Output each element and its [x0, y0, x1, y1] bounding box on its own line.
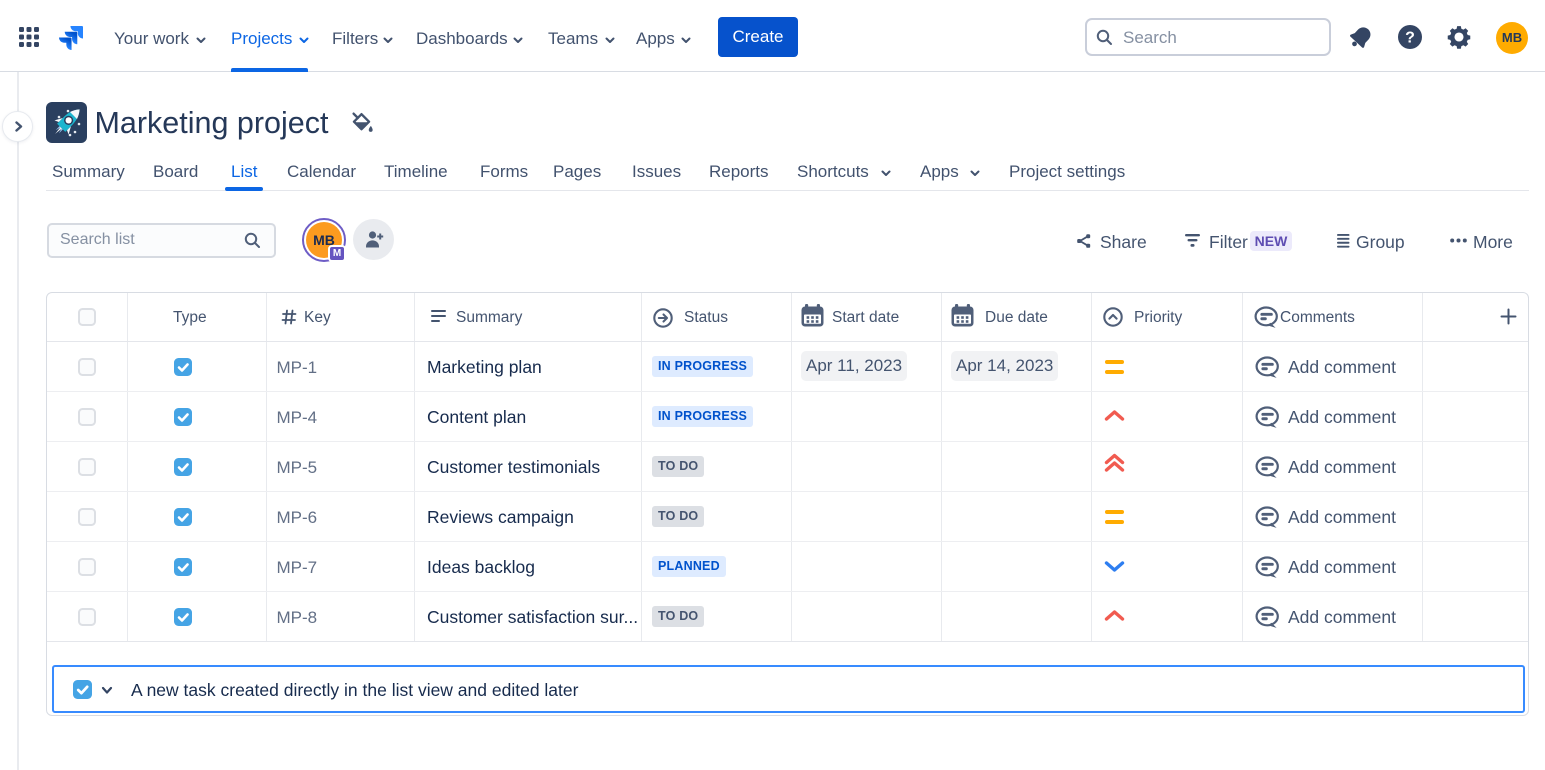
svg-text:?: ? — [1405, 30, 1415, 47]
